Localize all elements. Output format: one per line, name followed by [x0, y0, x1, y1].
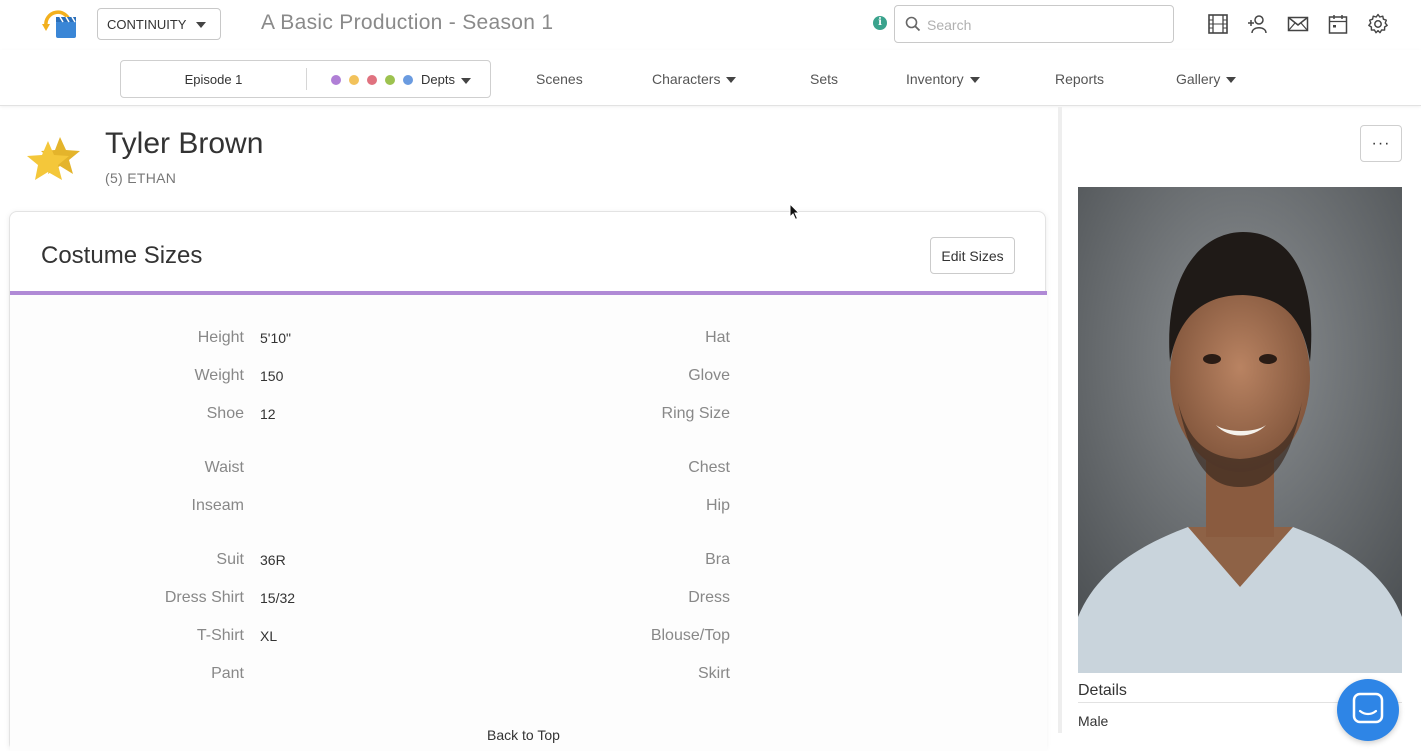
top-bar: CONTINUITY A Basic Production - Season 1… [0, 0, 1421, 50]
size-label-right: Dress [688, 589, 730, 606]
character-sidebar: ··· Details Male [1062, 107, 1421, 733]
mail-icon[interactable] [1287, 13, 1309, 35]
episode-dept-selector: Episode 1 Depts [120, 60, 491, 98]
size-value-left: 15/32 [260, 590, 296, 606]
chevron-down-icon [460, 77, 471, 84]
nav-characters[interactable]: Characters [652, 71, 737, 87]
size-value-left: 36R [260, 552, 286, 568]
size-label-left: Shoe [206, 405, 244, 422]
depts-dropdown[interactable]: Depts [421, 72, 471, 87]
app-module-select[interactable]: CONTINUITY [97, 8, 221, 40]
divider [306, 68, 307, 90]
size-value-left: XL [260, 628, 278, 644]
nav-reports[interactable]: Reports [1055, 71, 1104, 87]
dept-dot [385, 75, 395, 85]
nav-sets[interactable]: Sets [810, 71, 838, 87]
search-icon [905, 16, 921, 37]
chat-launcher-button[interactable] [1337, 679, 1399, 741]
size-label-left: Pant [211, 665, 244, 682]
nav-gallery-label: Gallery [1176, 71, 1221, 87]
app-module-value: CONTINUITY [107, 16, 187, 32]
edit-sizes-button[interactable]: Edit Sizes [930, 237, 1015, 274]
nav-sets-label: Sets [810, 71, 839, 87]
continuity-logo-icon[interactable] [38, 6, 80, 42]
nav-characters-label: Characters [652, 71, 721, 87]
calendar-icon[interactable] [1327, 13, 1349, 35]
nav-scenes-label: Scenes [536, 71, 583, 87]
size-label-left: Inseam [191, 497, 244, 514]
nav-scenes[interactable]: Scenes [536, 71, 583, 87]
size-label-right: Hip [705, 497, 730, 514]
size-value-left: 12 [260, 406, 276, 422]
character-name: Tyler Brown [105, 127, 264, 160]
size-label-right: Ring Size [661, 405, 730, 422]
add-person-icon[interactable] [1247, 13, 1269, 35]
nav-gallery[interactable]: Gallery [1176, 71, 1237, 87]
depts-label: Depts [421, 72, 455, 87]
chevron-down-icon [969, 77, 980, 84]
size-label-right: Blouse/Top [650, 627, 730, 644]
dept-dot [349, 75, 359, 85]
nav-inventory-label: Inventory [906, 71, 964, 87]
size-label-right: Bra [705, 551, 730, 568]
search-box[interactable] [894, 5, 1174, 43]
card-title: Costume Sizes [41, 242, 203, 269]
size-label-right: Glove [688, 367, 730, 384]
details-heading: Details [1078, 682, 1127, 699]
episode-select[interactable]: Episode 1 [121, 72, 306, 87]
size-label-right: Skirt [698, 665, 730, 682]
costume-sizes-card: Costume Sizes Edit Sizes Back to Top Hei… [9, 211, 1047, 751]
mouse-cursor-icon [789, 202, 801, 226]
dept-dot [367, 75, 377, 85]
chat-icon [1352, 692, 1384, 724]
production-title: A Basic Production - Season 1 [261, 11, 554, 34]
size-value-left: 150 [260, 368, 284, 384]
chevron-down-icon [1226, 77, 1237, 84]
chevron-down-icon [196, 22, 206, 28]
character-main-panel: Tyler Brown (5) ETHAN Costume Sizes Edit… [0, 107, 1058, 751]
settings-gear-icon[interactable] [1367, 13, 1389, 35]
sizes-grid: Back to Top Height 5'10" Weight 150 Shoe 12 Wa… [10, 295, 1047, 751]
film-strip-icon[interactable] [1207, 13, 1229, 35]
size-label-left: Waist [204, 459, 244, 476]
size-label-left: Dress Shirt [164, 589, 244, 606]
nav-inventory[interactable]: Inventory [906, 71, 980, 87]
back-to-top-link[interactable]: Back to Top [487, 727, 560, 743]
info-icon[interactable]: i [873, 16, 887, 30]
size-label-left: T-Shirt [196, 627, 244, 644]
dept-dot [403, 75, 413, 85]
size-value-left: 5'10" [260, 330, 292, 346]
gender-value: Male [1078, 713, 1109, 729]
size-label-left: Height [197, 329, 244, 346]
size-label-left: Weight [194, 367, 244, 384]
star-icon[interactable] [24, 137, 84, 193]
chevron-down-icon [726, 77, 737, 84]
main-nav: Episode 1 Depts Scenes Characters Sets I… [0, 50, 1421, 106]
more-options-button[interactable]: ··· [1360, 125, 1402, 162]
size-label-left: Suit [216, 551, 244, 568]
character-role: (5) ETHAN [105, 170, 177, 186]
size-label-right: Chest [688, 459, 730, 476]
dept-dot [331, 75, 341, 85]
character-photo[interactable] [1078, 187, 1402, 673]
size-label-right: Hat [705, 329, 730, 346]
nav-reports-label: Reports [1055, 71, 1105, 87]
search-input[interactable] [927, 15, 1167, 35]
